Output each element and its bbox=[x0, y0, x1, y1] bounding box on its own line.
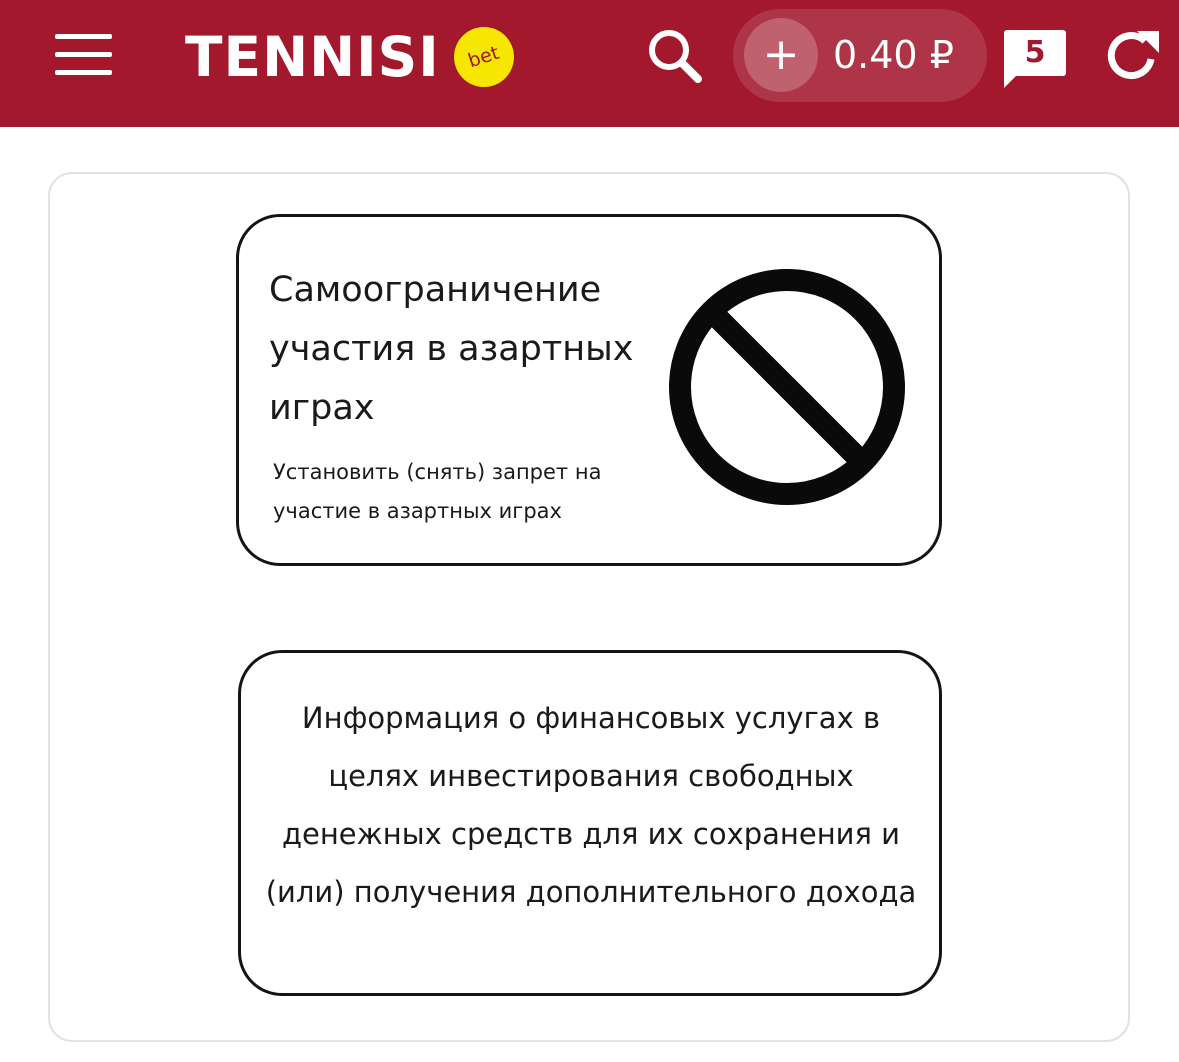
messages-count-badge: 5 bbox=[1024, 35, 1046, 70]
self-restriction-title: Самоограничение участия в азартных играх bbox=[269, 270, 634, 428]
financial-services-info-text: Информация о финансовых услугах в целях … bbox=[265, 701, 917, 909]
add-funds-button[interactable]: + bbox=[744, 18, 818, 92]
logo-bet-badge: bet bbox=[453, 27, 514, 87]
logo-text: TENNISI bbox=[185, 24, 440, 89]
balance-widget[interactable]: + 0.40 ₽ bbox=[733, 9, 987, 102]
self-restriction-subtitle: Установить (снять) запрет на участие в а… bbox=[273, 460, 602, 523]
top-bar: TENNISI bet + 0.40 ₽ 5 bbox=[0, 0, 1179, 127]
refresh-icon[interactable] bbox=[1102, 25, 1164, 87]
self-restriction-card[interactable]: Самоограничение участия в азартных играх… bbox=[236, 214, 942, 566]
balance-amount: 0.40 ₽ bbox=[833, 33, 954, 77]
financial-services-info-card[interactable]: Информация о финансовых услугах в целях … bbox=[238, 650, 942, 996]
prohibition-icon bbox=[667, 267, 907, 507]
search-icon[interactable] bbox=[645, 26, 705, 86]
tennisi-logo[interactable]: TENNISI bet bbox=[185, 22, 514, 92]
messages-button[interactable]: 5 bbox=[1004, 30, 1066, 88]
hamburger-menu-icon[interactable] bbox=[55, 34, 112, 76]
logo-badge-text: bet bbox=[465, 41, 502, 73]
